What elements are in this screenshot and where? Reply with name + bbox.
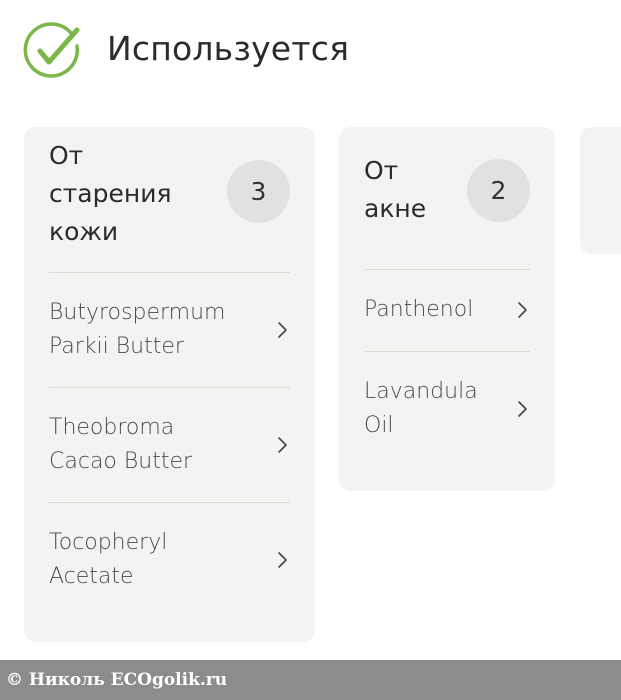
divider [364,269,530,270]
ingredient-label: Butyrospermum Parkii Butter [49,300,226,359]
check-circle-icon [23,22,80,78]
ingredient-label: Theobroma Cacao Butter [49,415,193,474]
ingredient-item[interactable]: Butyrospermum Parkii Butter [49,295,290,365]
ingredient-item[interactable]: Theobroma Cacao Butter [49,410,290,480]
ingredient-label: Lavandula Oil [364,379,478,438]
section-title: Используется [107,29,350,68]
chevron-right-icon [278,552,287,568]
category-card-aging: От старения кожи 3 Butyrospermum Parkii … [24,127,315,642]
chevron-right-icon [278,322,287,338]
chevron-right-icon [518,302,527,318]
ingredient-label: Panthenol [364,297,474,322]
divider [364,351,530,352]
divider [49,387,290,388]
category-card-acne: От акне 2 Panthenol Lavandula Oil [339,127,555,491]
category-card-partial[interactable] [580,127,621,254]
chevron-right-icon [518,401,527,417]
ingredient-item[interactable]: Tocopheryl Acetate [49,525,290,595]
divider [49,502,290,503]
ingredient-label: Tocopheryl Acetate [49,530,168,589]
count-badge: 2 [467,159,530,222]
divider [49,272,290,273]
watermark-footer: © Николь ECOgolik.ru [0,660,621,700]
section-header [22,20,82,80]
count-badge: 3 [227,160,290,223]
ingredient-item[interactable]: Lavandula Oil [364,374,530,444]
chevron-right-icon [278,437,287,453]
ingredient-item[interactable]: Panthenol [364,292,530,328]
